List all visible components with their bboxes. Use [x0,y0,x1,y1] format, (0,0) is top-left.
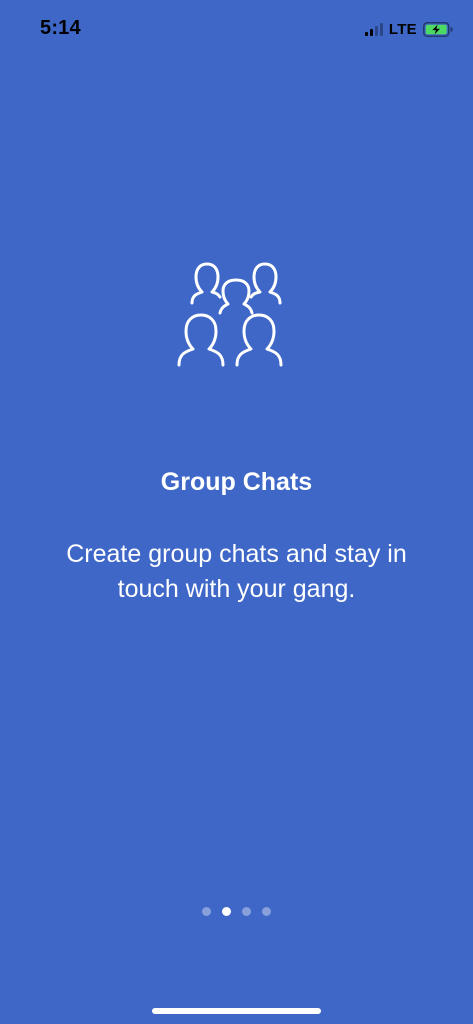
page-title: Group Chats [160,468,313,496]
page-dot-1[interactable] [202,907,211,916]
onboarding-screen[interactable]: 5:14 LTE Group Chats Create group chats … [0,0,473,1024]
status-bar: 5:14 LTE [0,0,473,56]
signal-bars-icon [364,22,383,36]
status-time: 5:14 [40,17,81,39]
page-dot-3[interactable] [242,907,251,916]
page-dot-4[interactable] [262,907,271,916]
page-description: Create group chats and stay in touch wit… [66,540,407,603]
battery-charging-icon [423,21,453,37]
home-indicator[interactable] [152,1008,321,1014]
page-indicator[interactable] [0,907,473,916]
page-dot-2-active[interactable] [222,907,231,916]
network-type: LTE [388,20,417,38]
status-indicators: LTE [364,19,453,39]
group-people-icon [177,262,283,367]
